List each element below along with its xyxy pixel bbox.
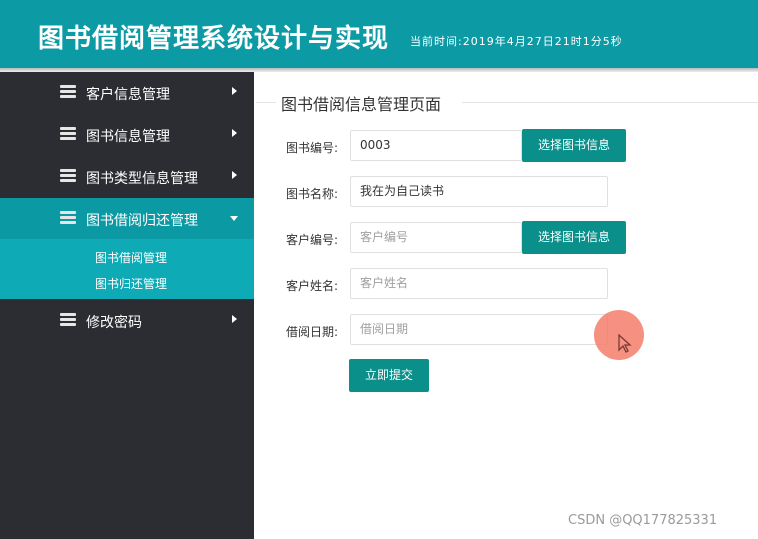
chevron-right-icon <box>232 171 237 179</box>
title-divider-right <box>462 102 758 103</box>
chevron-down-icon <box>230 216 238 221</box>
submit-button[interactable]: 立即提交 <box>349 359 429 392</box>
current-time: 当前时间:2019年4月27日21时1分5秒 <box>410 35 623 48</box>
title-divider-left <box>256 102 276 103</box>
book-id-label: 图书编号: <box>286 141 339 155</box>
customer-name-input[interactable]: 客户姓名 <box>350 268 608 299</box>
borrow-date-input[interactable]: 借阅日期 <box>350 314 608 345</box>
submenu-item-borrow[interactable]: 图书借阅管理 <box>95 249 167 266</box>
sidebar: 客户信息管理 图书信息管理 图书类型信息管理 图书借阅归还管理 图书借阅管理 图… <box>0 72 254 539</box>
cursor-icon <box>618 334 632 353</box>
sidebar-item-borrow-return[interactable]: 图书借阅归还管理 <box>0 198 254 239</box>
page-title: 图书借阅信息管理页面 <box>281 95 442 114</box>
select-book-button[interactable]: 选择图书信息 <box>522 129 626 162</box>
stack-icon <box>60 211 76 225</box>
stack-icon <box>60 127 76 141</box>
sidebar-item-book-info[interactable]: 图书信息管理 <box>0 114 254 155</box>
borrow-date-label: 借阅日期: <box>286 325 339 339</box>
customer-name-label: 客户姓名: <box>286 279 339 293</box>
stack-icon <box>60 169 76 183</box>
stack-icon <box>60 85 76 99</box>
book-id-input[interactable]: 0003 <box>350 130 522 161</box>
submenu-item-return[interactable]: 图书归还管理 <box>95 275 167 292</box>
customer-id-label: 客户编号: <box>286 233 339 247</box>
sidebar-item-label: 修改密码 <box>86 315 142 331</box>
main-content: 图书借阅信息管理页面 图书编号: 0003 选择图书信息 图书名称: 我在为自己… <box>254 72 758 539</box>
book-name-label: 图书名称: <box>286 187 339 201</box>
sidebar-item-change-password[interactable]: 修改密码 <box>0 300 254 341</box>
sidebar-item-book-type[interactable]: 图书类型信息管理 <box>0 156 254 197</box>
select-customer-button[interactable]: 选择图书信息 <box>522 221 626 254</box>
customer-id-input[interactable]: 客户编号 <box>350 222 522 253</box>
sidebar-item-label: 图书借阅归还管理 <box>86 213 198 229</box>
sidebar-item-label: 客户信息管理 <box>86 87 170 103</box>
sidebar-item-customer-info[interactable]: 客户信息管理 <box>0 72 254 113</box>
chevron-right-icon <box>232 87 237 95</box>
app-title: 图书借阅管理系统设计与实现 <box>38 24 390 54</box>
watermark: CSDN @QQ177825331 <box>568 513 718 528</box>
book-name-input[interactable]: 我在为自己读书 <box>350 176 608 207</box>
chevron-right-icon <box>232 315 237 323</box>
chevron-right-icon <box>232 129 237 137</box>
stack-icon <box>60 313 76 327</box>
sidebar-item-label: 图书类型信息管理 <box>86 171 198 187</box>
header-bar: 图书借阅管理系统设计与实现 当前时间:2019年4月27日21时1分5秒 <box>0 0 758 68</box>
sidebar-item-label: 图书信息管理 <box>86 129 170 145</box>
submenu-borrow-return: 图书借阅管理 图书归还管理 <box>0 239 254 299</box>
